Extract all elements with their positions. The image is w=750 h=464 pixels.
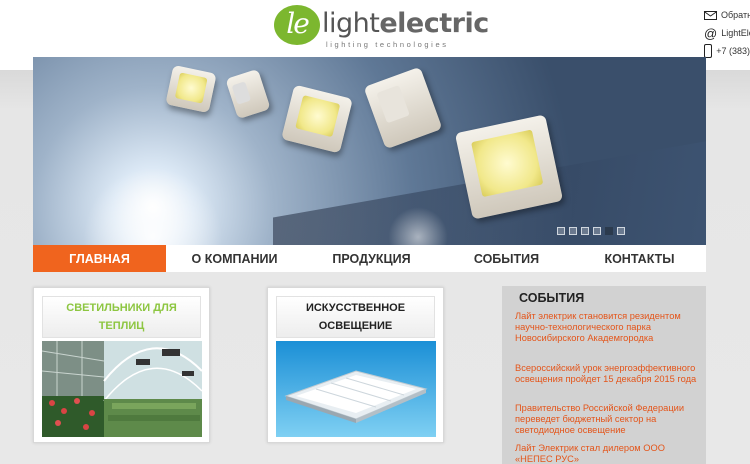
- logo-word-light: light: [322, 8, 380, 39]
- logo-word-bold: electric: [379, 8, 489, 39]
- phone-label: +7 (383): [716, 46, 750, 56]
- slider-dot[interactable]: [581, 227, 589, 235]
- slider-dot[interactable]: [593, 227, 601, 235]
- events-panel: СОБЫТИЯ Лайт электрик становится резиден…: [502, 286, 706, 464]
- logo-tagline: lighting technologies: [326, 40, 449, 49]
- event-link[interactable]: Лайт электрик становится резидентом науч…: [515, 311, 703, 344]
- logo-mark: le: [274, 5, 320, 45]
- banner-slider[interactable]: [33, 57, 706, 245]
- category-title-line: ОСВЕЩЕНИЕ: [318, 320, 393, 332]
- nav-item-events[interactable]: СОБЫТИЯ: [440, 245, 573, 272]
- lighting-panel-image[interactable]: [276, 341, 436, 437]
- category-card-greenhouse[interactable]: СВЕТИЛЬНИКИ ДЛЯ ТЕПЛИЦ: [33, 287, 210, 443]
- led-chip-image: [165, 64, 217, 114]
- led-chip-image: [363, 66, 443, 150]
- nav-item-home[interactable]: ГЛАВНАЯ: [33, 245, 166, 272]
- category-title-line: СВЕТИЛЬНИКИ ДЛЯ: [66, 302, 177, 314]
- event-link[interactable]: Лайт Электрик стал дилером ООО «НЕПЕС РУ…: [515, 443, 703, 464]
- slider-dot[interactable]: [557, 227, 565, 235]
- led-chip-image: [225, 68, 271, 120]
- event-link[interactable]: Всероссийский урок энергоэффективного ос…: [515, 363, 703, 385]
- led-chip-image: [454, 114, 564, 220]
- slider-dot[interactable]: [617, 227, 625, 235]
- slider-dot[interactable]: [605, 227, 613, 235]
- phone-link[interactable]: +7 (383): [704, 42, 750, 60]
- feedback-label: Обратная связь: [721, 10, 750, 20]
- category-title-line: ТЕПЛИЦ: [98, 320, 145, 332]
- at-icon: @: [704, 25, 718, 41]
- nav-item-products[interactable]: ПРОДУКЦИЯ: [303, 245, 440, 272]
- email-label: LightElectric: [721, 28, 750, 38]
- category-title-greenhouse[interactable]: СВЕТИЛЬНИКИ ДЛЯ ТЕПЛИЦ: [42, 296, 201, 338]
- email-link[interactable]: @ LightElectric: [704, 24, 750, 42]
- page: le lightelectric lighting technologies О…: [0, 0, 750, 464]
- header-contacts: Обратная связь @ LightElectric +7 (383): [704, 6, 750, 60]
- category-title-lighting[interactable]: ИСКУССТВЕННОЕ ОСВЕЩЕНИЕ: [276, 296, 435, 338]
- nav-item-contacts[interactable]: КОНТАКТЫ: [573, 245, 706, 272]
- slider-pagination: [557, 227, 625, 235]
- feedback-link[interactable]: Обратная связь: [704, 6, 750, 24]
- slider-dot[interactable]: [569, 227, 577, 235]
- logo[interactable]: le lightelectric lighting technologies: [274, 5, 489, 49]
- logo-wordmark: lightelectric: [322, 8, 489, 39]
- main-nav: ГЛАВНАЯ О КОМПАНИИ ПРОДУКЦИЯ СОБЫТИЯ КОН…: [33, 245, 706, 272]
- nav-item-about[interactable]: О КОМПАНИИ: [166, 245, 303, 272]
- greenhouse-image[interactable]: [42, 341, 202, 437]
- phone-icon: [704, 44, 713, 58]
- envelope-icon: [704, 9, 717, 21]
- event-link[interactable]: Правительство Российской Федерации перев…: [515, 403, 703, 436]
- banner-glow: [83, 167, 223, 245]
- category-title-line: ИСКУССТВЕННОЕ: [305, 302, 406, 314]
- category-card-lighting[interactable]: ИСКУССТВЕННОЕ ОСВЕЩЕНИЕ: [267, 287, 444, 443]
- led-chip-image: [281, 84, 353, 154]
- events-title: СОБЫТИЯ: [519, 291, 585, 305]
